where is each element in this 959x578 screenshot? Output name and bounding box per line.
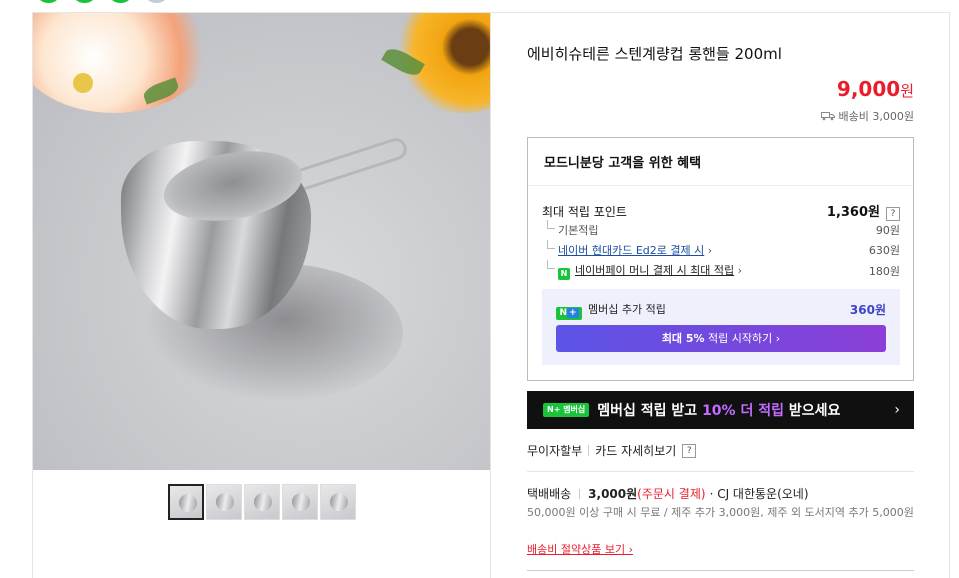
chevron-right-icon: › [894, 402, 900, 418]
npay-money-link[interactable]: 네이버페이 머니 결제 시 최대 적립 [575, 264, 734, 277]
share-talk-icon[interactable] [108, 0, 133, 3]
thumbnail-strip [168, 484, 356, 520]
share-icon-row [36, 0, 169, 3]
hyundai-card-link[interactable]: 네이버 현대카드 Ed2로 결제 시 [558, 244, 704, 257]
membership-row: N + 멤버십 추가 적립 360원 [556, 301, 886, 320]
product-title: 에비히슈테른 스텐계량컵 롱핸들 200ml [527, 45, 782, 63]
npay-icon: N [558, 268, 570, 280]
interest-free-label: 무이자할부 [527, 444, 583, 458]
share-line-icon[interactable] [72, 0, 97, 3]
membership-panel: N + 멤버십 추가 적립 360원 최대 5% 적립 시작하기 › [542, 289, 900, 365]
thumbnail-4[interactable] [282, 484, 318, 520]
share-naver-icon[interactable] [36, 0, 61, 3]
points-row-npay: N 네이버페이 머니 결제 시 최대 적립 › 180원 [542, 260, 900, 280]
shipping-saving-link[interactable]: 배송비 절약상품 보기 › [527, 541, 633, 557]
help-icon[interactable]: ? [682, 443, 697, 458]
points-row-card: 네이버 현대카드 Ed2로 결제 시 › 630원 [542, 240, 900, 258]
points-row-basic: 기본적립 90원 [542, 220, 900, 238]
shipping-row: 택배배송 3,000원 (주문시 결제) · CJ 대한통운(오네) [527, 487, 809, 501]
benefit-title: 모드니분당 고객을 위한 혜택 [544, 156, 702, 171]
naver-plus-badge: N+ 멤버십 [543, 403, 590, 417]
thumbnail-2[interactable] [206, 484, 242, 520]
image-gallery [33, 13, 491, 578]
product-price: 9,000원 [836, 77, 914, 101]
product-detail-page: 에비히슈테른 스텐계량컵 롱핸들 200ml 9,000원 배송비 3,000원… [0, 0, 959, 578]
shipping-fee-summary: 배송비 3,000원 [820, 108, 914, 124]
membership-banner[interactable]: N+ 멤버십 멤버십 적립 받고 10% 더 적립 받으세요 › [527, 391, 914, 429]
share-link-icon[interactable] [144, 0, 169, 3]
card-detail-link[interactable]: 카드 자세히보기 [595, 442, 676, 459]
thumbnail-5[interactable] [320, 484, 356, 520]
main-product-image [33, 13, 490, 470]
max-points-row: 최대 적립 포인트 1,360원? [542, 201, 900, 221]
naver-plus-icon: N + [556, 307, 582, 320]
product-section: 에비히슈테른 스텐계량컵 롱핸들 200ml 9,000원 배송비 3,000원… [32, 12, 950, 578]
help-icon[interactable]: ? [886, 207, 900, 221]
flower-decoration [33, 13, 213, 113]
membership-start-button[interactable]: 최대 5% 적립 시작하기 › [556, 325, 886, 352]
thumbnail-1[interactable] [168, 484, 204, 520]
benefit-box: 모드니분당 고객을 위한 혜택 최대 적립 포인트 1,360원? 기본적립 9… [527, 137, 914, 381]
thumbnail-3[interactable] [244, 484, 280, 520]
shipping-condition: 50,000원 이상 구매 시 무료 / 제주 추가 3,000원, 제주 외 … [527, 506, 914, 519]
truck-icon [820, 112, 835, 121]
payment-row: 무이자할부 카드 자세히보기 ? [527, 442, 697, 459]
